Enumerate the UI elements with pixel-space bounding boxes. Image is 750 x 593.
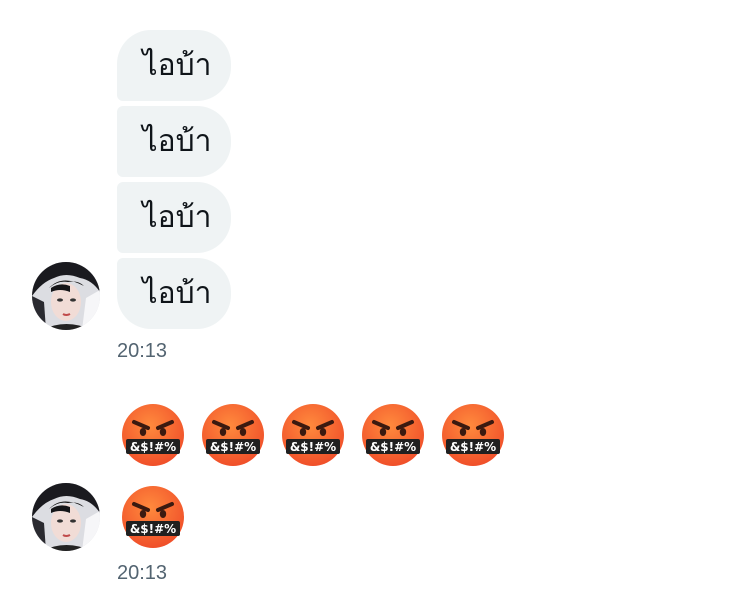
message-bubble[interactable]: ไอบ้า (117, 258, 231, 329)
face-with-symbols-on-mouth-icon: &$!#% (360, 402, 426, 468)
emoji-message-row[interactable]: &$!#% (120, 484, 186, 550)
avatar[interactable] (32, 262, 100, 330)
message-text: ไอบ้า (142, 200, 212, 235)
message-bubble[interactable]: ไอบ้า (117, 182, 231, 253)
svg-text:&$!#%: &$!#% (290, 440, 336, 454)
avatar-photo (32, 483, 100, 551)
svg-text:&$!#%: &$!#% (130, 440, 176, 454)
svg-text:&$!#%: &$!#% (210, 440, 256, 454)
message-bubble[interactable]: ไอบ้า (117, 106, 231, 177)
message-timestamp: 20:13 (117, 340, 168, 362)
avatar-photo (32, 262, 100, 330)
message-text: ไอบ้า (142, 276, 212, 311)
emoji-message-row[interactable]: &$!#% &$!#% &$!#% &$!#% &$!#% (120, 402, 506, 468)
svg-text:&$!#%: &$!#% (370, 440, 416, 454)
message-bubble[interactable]: ไอบ้า (117, 30, 231, 101)
message-timestamp: 20:13 (117, 562, 168, 584)
message-text: ไอบ้า (142, 48, 212, 83)
svg-text:&$!#%: &$!#% (450, 440, 496, 454)
face-with-symbols-on-mouth-icon: &$!#% (120, 402, 186, 468)
face-with-symbols-on-mouth-icon: &$!#% (200, 402, 266, 468)
face-with-symbols-on-mouth-icon: &$!#% (440, 402, 506, 468)
face-with-symbols-on-mouth-icon: &$!#% (280, 402, 346, 468)
avatar[interactable] (32, 483, 100, 551)
svg-text:&$!#%: &$!#% (130, 522, 176, 536)
message-text: ไอบ้า (142, 124, 212, 159)
face-with-symbols-on-mouth-icon: &$!#% (120, 484, 186, 550)
